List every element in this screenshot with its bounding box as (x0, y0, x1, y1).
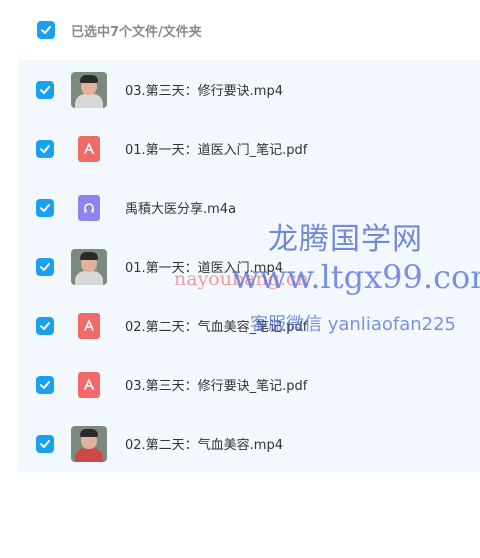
check-icon (40, 321, 50, 330)
file-name: 禹積大医分享.m4a (125, 202, 237, 217)
file-row[interactable]: 02.第二天：气血美容_笔记.pdf (18, 296, 480, 355)
select-all-checkbox[interactable] (37, 21, 55, 39)
file-row[interactable]: 03.第三天：修行要诀_笔记.pdf (18, 355, 480, 414)
selection-header: 已选中7个文件/文件夹 (0, 0, 480, 60)
file-row[interactable]: 03.第三天：修行要诀.mp4 (18, 60, 480, 119)
check-icon (40, 262, 50, 271)
file-name: 01.第一天：道医入门.mp4 (125, 261, 283, 276)
file-checkbox[interactable] (36, 316, 54, 335)
file-checkbox[interactable] (36, 434, 54, 453)
file-row[interactable]: 01.第一天：道医入门.mp4 (18, 237, 480, 296)
file-name: 02.第二天：气血美容_笔记.pdf (125, 320, 308, 335)
file-checkbox[interactable] (36, 257, 54, 276)
pdf-file-icon (71, 308, 107, 344)
file-name: 03.第三天：修行要诀.mp4 (125, 84, 283, 99)
video-thumbnail (71, 248, 107, 285)
file-list: 03.第三天：修行要诀.mp4 01.第一天：道医入门_笔记.pdf 禹積大医分… (18, 60, 480, 472)
file-checkbox[interactable] (36, 198, 54, 217)
check-icon (40, 85, 50, 94)
pdf-file-icon (71, 367, 107, 403)
pdf-file-icon (71, 131, 107, 167)
file-row[interactable]: 02.第二天：气血美容.mp4 (18, 414, 480, 473)
file-row[interactable]: 01.第一天：道医入门_笔记.pdf (18, 119, 480, 178)
file-name: 03.第三天：修行要诀_笔记.pdf (125, 379, 308, 394)
audio-file-icon (71, 190, 107, 226)
selection-count-label: 已选中7个文件/文件夹 (71, 24, 202, 40)
check-icon (40, 144, 50, 153)
file-name: 02.第二天：气血美容.mp4 (125, 438, 283, 453)
check-icon (40, 380, 50, 389)
check-icon (41, 26, 51, 34)
file-checkbox[interactable] (36, 375, 54, 394)
file-row[interactable]: 禹積大医分享.m4a (18, 178, 480, 237)
file-name: 01.第一天：道医入门_笔记.pdf (125, 143, 308, 158)
video-thumbnail (71, 425, 107, 462)
file-checkbox[interactable] (36, 80, 54, 99)
check-icon (40, 439, 50, 448)
file-checkbox[interactable] (36, 139, 54, 158)
video-thumbnail (71, 71, 107, 108)
check-icon (40, 203, 50, 212)
